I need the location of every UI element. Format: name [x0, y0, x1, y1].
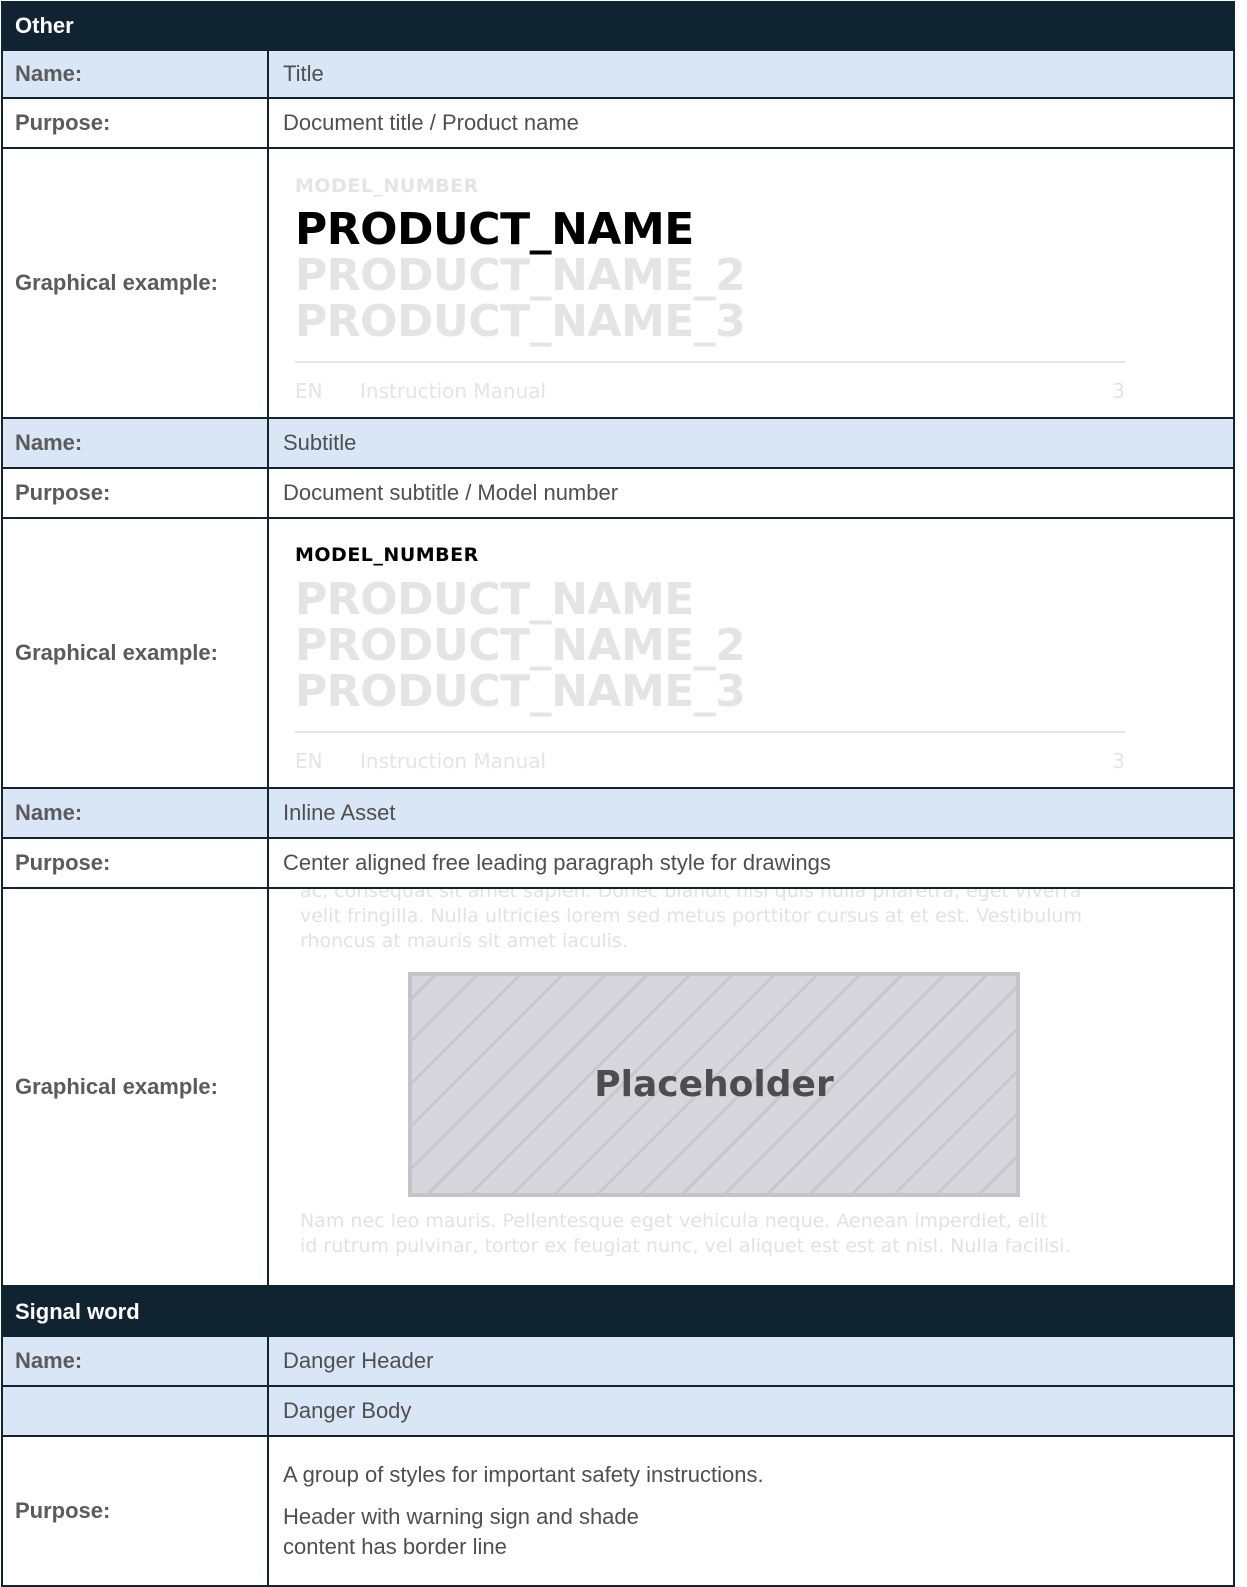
- section-header-other: Other: [1, 1, 1235, 51]
- graphical-example-label: Graphical example:: [1, 149, 269, 419]
- name-value: Title: [267, 51, 1235, 99]
- purpose-line: Header with warning sign and shade: [283, 1504, 639, 1529]
- model-number: MODEL_NUMBER: [295, 544, 479, 566]
- paragraph-below: Nam nec leo mauris. Pellentesque eget ve…: [300, 1209, 1130, 1259]
- row-purpose-subtitle: Purpose: Document subtitle / Model numbe…: [1, 469, 1235, 519]
- title-example: MODEL_NUMBER PRODUCT_NAME PRODUCT_NAME_2…: [295, 149, 1233, 417]
- subtitle-example: MODEL_NUMBER PRODUCT_NAME PRODUCT_NAME_2…: [295, 519, 1233, 787]
- section-header-signal-word: Signal word: [1, 1287, 1235, 1337]
- row-example-inline-asset: Graphical example: ac, consequat sit ame…: [1, 889, 1235, 1287]
- paragraph-line: velit fringilla. Nulla ultricies lorem s…: [300, 905, 1082, 927]
- divider: [295, 731, 1125, 733]
- name-label-blank: [1, 1387, 269, 1437]
- purpose-value: A group of styles for important safety i…: [267, 1437, 1235, 1587]
- product-name: PRODUCT_NAME: [295, 574, 694, 625]
- graphical-example-area: MODEL_NUMBER PRODUCT_NAME PRODUCT_NAME_2…: [267, 149, 1235, 419]
- inline-asset-example: ac, consequat sit amet sapien. Donec bla…: [295, 889, 1233, 1285]
- purpose-label: Purpose:: [1, 1437, 269, 1587]
- section-title: Other: [1, 1, 269, 51]
- graphical-example-area: MODEL_NUMBER PRODUCT_NAME PRODUCT_NAME_2…: [267, 519, 1235, 789]
- name-value: Subtitle: [267, 419, 1235, 469]
- row-purpose-inline-asset: Purpose: Center aligned free leading par…: [1, 839, 1235, 889]
- row-purpose-title: Purpose: Document title / Product name: [1, 99, 1235, 149]
- name-label: Name:: [1, 789, 269, 839]
- placeholder-image: Placeholder: [408, 972, 1020, 1197]
- row-example-title: Graphical example: MODEL_NUMBER PRODUCT_…: [1, 149, 1235, 419]
- row-name-inline-asset: Name: Inline Asset: [1, 789, 1235, 839]
- product-name-2: PRODUCT_NAME_2: [295, 250, 746, 301]
- paragraph-line: Nam nec leo mauris. Pellentesque eget ve…: [300, 1210, 1048, 1232]
- footer-page-number: 3: [1112, 379, 1125, 403]
- row-name-danger-header: Name: Danger Header: [1, 1337, 1235, 1387]
- name-value: Danger Header: [267, 1337, 1235, 1387]
- paragraph-line: id rutrum pulvinar, tortor ex feugiat nu…: [300, 1235, 1071, 1257]
- purpose-line: content has border line: [283, 1534, 507, 1559]
- footer-language: EN: [295, 749, 323, 773]
- section-header-blank: [267, 1287, 1235, 1337]
- footer-page-number: 3: [1112, 749, 1125, 773]
- row-example-subtitle: Graphical example: MODEL_NUMBER PRODUCT_…: [1, 519, 1235, 789]
- product-name-3: PRODUCT_NAME_3: [295, 296, 746, 347]
- footer-language: EN: [295, 379, 323, 403]
- graphical-example-area: ac, consequat sit amet sapien. Donec bla…: [267, 889, 1235, 1287]
- row-name-title: Name: Title: [1, 51, 1235, 99]
- name-label: Name:: [1, 419, 269, 469]
- paragraph-above: ac, consequat sit amet sapien. Donec bla…: [300, 889, 1130, 954]
- product-name: PRODUCT_NAME: [295, 204, 694, 255]
- footer-manual: Instruction Manual: [360, 379, 547, 403]
- purpose-value: Document title / Product name: [267, 99, 1235, 149]
- row-name-subtitle: Name: Subtitle: [1, 419, 1235, 469]
- product-name-3: PRODUCT_NAME_3: [295, 666, 746, 717]
- name-value: Danger Body: [267, 1387, 1235, 1437]
- paragraph-line: ac, consequat sit amet sapien. Donec bla…: [300, 889, 1082, 902]
- purpose-line: A group of styles for important safety i…: [283, 1462, 764, 1487]
- section-title: Signal word: [1, 1287, 269, 1337]
- purpose-label: Purpose:: [1, 99, 269, 149]
- row-name-danger-body: Danger Body: [1, 1387, 1235, 1437]
- name-label: Name:: [1, 1337, 269, 1387]
- footer-manual: Instruction Manual: [360, 749, 547, 773]
- divider: [295, 361, 1125, 363]
- graphical-example-label: Graphical example:: [1, 519, 269, 789]
- purpose-value: Document subtitle / Model number: [267, 469, 1235, 519]
- purpose-value: Center aligned free leading paragraph st…: [267, 839, 1235, 889]
- product-name-2: PRODUCT_NAME_2: [295, 620, 746, 671]
- model-number: MODEL_NUMBER: [295, 175, 479, 197]
- name-value: Inline Asset: [267, 789, 1235, 839]
- name-label: Name:: [1, 51, 269, 99]
- graphical-example-label: Graphical example:: [1, 889, 269, 1287]
- purpose-label: Purpose:: [1, 839, 269, 889]
- purpose-label: Purpose:: [1, 469, 269, 519]
- paragraph-line: rhoncus at mauris sit amet iaculis.: [300, 930, 628, 952]
- row-purpose-danger: Purpose: A group of styles for important…: [1, 1437, 1235, 1587]
- section-header-blank: [267, 1, 1235, 51]
- placeholder-label: Placeholder: [594, 1064, 834, 1105]
